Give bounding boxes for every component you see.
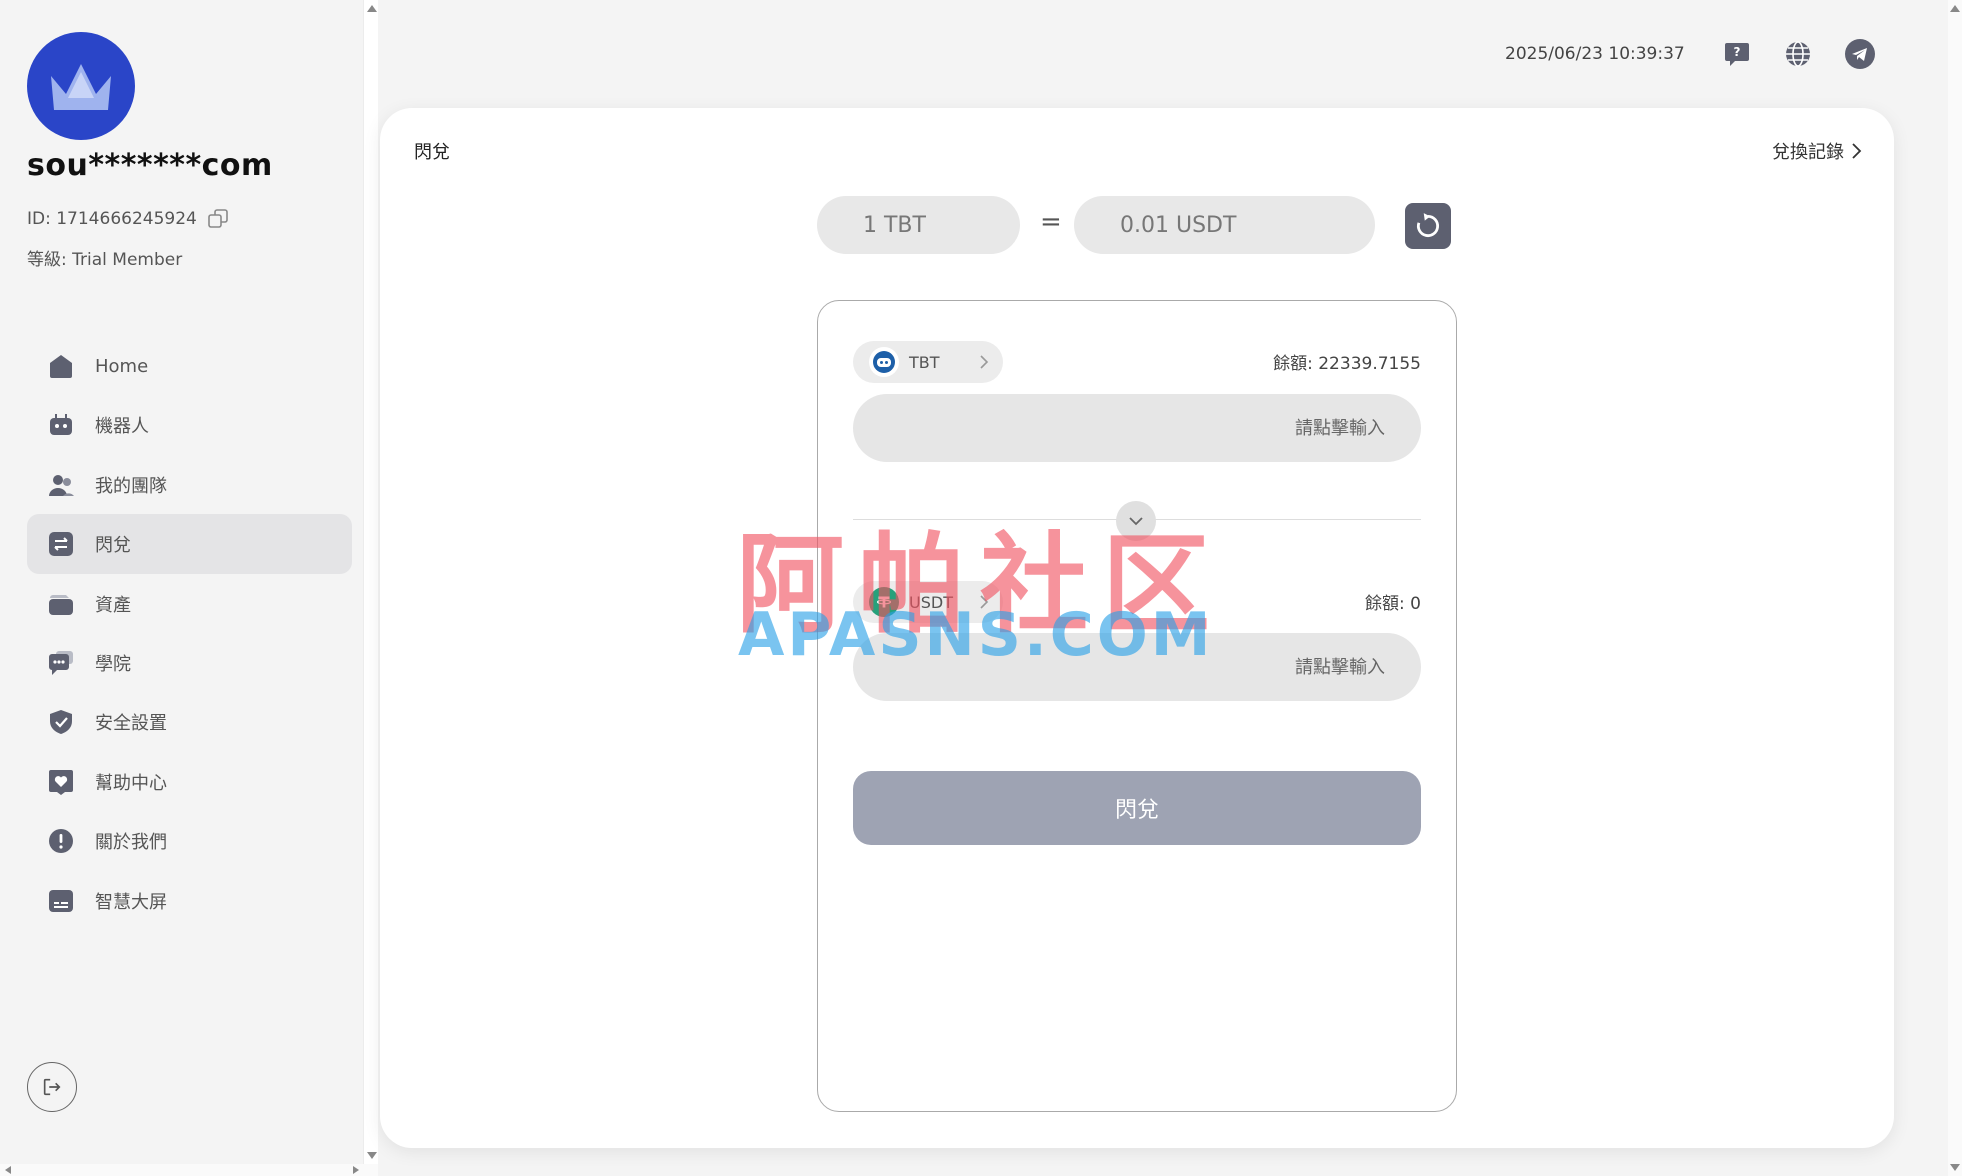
- swap-icon: [47, 530, 75, 558]
- sidebar-item-label: 我的團隊: [95, 475, 167, 497]
- rate-to: 0.01 USDT: [1074, 196, 1375, 254]
- chevron-right-icon: [1852, 143, 1862, 159]
- sidebar-item-label: 安全設置: [95, 713, 167, 735]
- scroll-right-icon: [353, 1166, 359, 1174]
- sidebar-item-swap[interactable]: 閃兌: [27, 514, 352, 575]
- home-icon: [47, 352, 75, 380]
- swap-form: TBT 餘額: 22339.7155 USDT 餘額: 0 閃兌: [817, 300, 1457, 1112]
- sidebar-item-home[interactable]: Home: [27, 336, 352, 396]
- tbt-coin-icon: [869, 347, 899, 377]
- shield-icon: [47, 708, 75, 736]
- robot-icon: [47, 411, 75, 439]
- from-coin-label: TBT: [909, 352, 940, 372]
- exchange-history-link[interactable]: 兌換記錄: [1772, 138, 1862, 164]
- telegram-icon: [1845, 39, 1875, 69]
- telegram-button[interactable]: [1844, 38, 1876, 70]
- user-level: 等級: Trial Member: [27, 250, 183, 270]
- chevron-right-icon: [980, 355, 989, 369]
- sidebar-item-security[interactable]: 安全設置: [27, 692, 352, 752]
- sidebar-item-team[interactable]: 我的團隊: [27, 455, 352, 515]
- sidebar-item-smart-screen[interactable]: 智慧大屏: [27, 871, 352, 931]
- scroll-down-icon: [1950, 1164, 1960, 1171]
- page-scrollbar-vertical[interactable]: [1948, 0, 1962, 1176]
- sidebar-item-label: 學院: [95, 654, 131, 676]
- question-chat-icon: ?: [1725, 43, 1749, 66]
- sidebar-item-label: 智慧大屏: [95, 891, 167, 913]
- swap-submit-button[interactable]: 閃兌: [853, 771, 1421, 845]
- heart-icon: [47, 768, 75, 796]
- globe-icon: [1786, 41, 1810, 67]
- logout-icon: [43, 1078, 61, 1096]
- scroll-down-icon: [367, 1152, 377, 1159]
- logout-button[interactable]: [27, 1062, 77, 1112]
- scroll-left-icon: [5, 1166, 11, 1174]
- user-id: ID: 1714666245924: [27, 208, 229, 230]
- from-amount-input[interactable]: [853, 394, 1421, 462]
- screen-icon: [47, 887, 75, 915]
- info-icon: [47, 827, 75, 855]
- page-scrollbar-horizontal[interactable]: [0, 1164, 378, 1176]
- copy-icon[interactable]: [207, 208, 229, 230]
- rate-equal: =: [1040, 207, 1062, 237]
- page-title: 閃兌: [414, 142, 450, 163]
- rate-from: 1 TBT: [817, 196, 1020, 254]
- from-coin-selector[interactable]: TBT: [853, 341, 1003, 383]
- refresh-icon: [1416, 213, 1440, 238]
- chat-icon: [47, 649, 75, 677]
- exchange-history-label: 兌換記錄: [1772, 142, 1844, 163]
- sidebar-item-label: Home: [95, 355, 149, 377]
- sidebar-item-label: 幫助中心: [95, 772, 167, 794]
- sidebar-nav: Home 機器人 我的團隊 閃兌 資產 學院 安全設置 幫助中心 關於我們 智慧…: [27, 336, 352, 930]
- from-balance: 餘額: 22339.7155: [1273, 354, 1421, 374]
- sidebar-item-robot[interactable]: 機器人: [27, 395, 352, 455]
- scroll-up-icon: [1950, 5, 1960, 12]
- language-button[interactable]: [1782, 38, 1814, 70]
- sidebar-item-academy[interactable]: 學院: [27, 633, 352, 693]
- user-id-text: ID: 1714666245924: [27, 209, 197, 229]
- sidebar-scrollbar[interactable]: [364, 0, 378, 1176]
- avatar[interactable]: [27, 32, 135, 140]
- sidebar-item-label: 機器人: [95, 416, 149, 438]
- sidebar: sou*******com ID: 1714666245924 等級: Tria…: [0, 0, 364, 1176]
- team-icon: [47, 471, 75, 499]
- svg-text:?: ?: [1734, 45, 1741, 59]
- sidebar-item-help[interactable]: 幫助中心: [27, 752, 352, 812]
- to-balance: 餘額: 0: [1365, 594, 1421, 614]
- refresh-rate-button[interactable]: [1405, 203, 1451, 249]
- crown-icon: [51, 64, 111, 110]
- scroll-up-icon: [367, 5, 377, 12]
- wallet-icon: [47, 590, 75, 618]
- header-datetime: 2025/06/23 10:39:37: [1505, 44, 1685, 64]
- sidebar-item-assets[interactable]: 資產: [27, 574, 352, 634]
- username: sou*******com: [27, 148, 273, 183]
- sidebar-item-label: 閃兌: [95, 535, 131, 557]
- sidebar-item-about[interactable]: 關於我們: [27, 811, 352, 871]
- support-button[interactable]: ?: [1721, 38, 1753, 70]
- watermark-english: APASNS.COM: [738, 600, 1214, 670]
- sidebar-item-label: 資產: [95, 594, 131, 616]
- sidebar-item-label: 關於我們: [95, 832, 167, 854]
